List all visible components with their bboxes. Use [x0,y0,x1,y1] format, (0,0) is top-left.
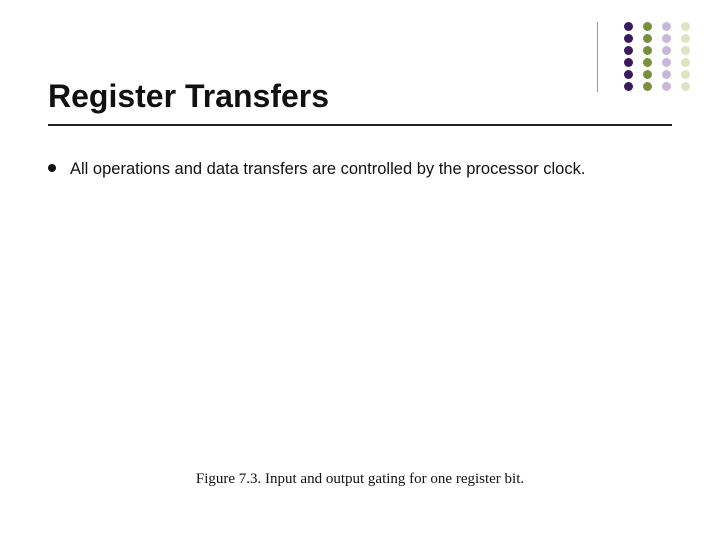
dot-column [624,22,633,91]
bullet-text: All operations and data transfers are co… [70,158,585,180]
slide: Register Transfers All operations and da… [0,0,720,540]
dot-column [681,22,690,91]
dot-icon [662,22,671,31]
title-underline [48,124,672,126]
dot-icon [662,70,671,79]
dot-icon [681,46,690,55]
dot-icon [643,70,652,79]
decorative-separator [597,22,598,92]
decorative-dot-grid [624,22,690,91]
dot-icon [681,58,690,67]
dot-icon [681,82,690,91]
dot-icon [643,82,652,91]
dot-icon [681,70,690,79]
dot-icon [662,34,671,43]
dot-icon [681,34,690,43]
figure-caption: Figure 7.3. Input and output gating for … [0,471,720,488]
dot-icon [624,58,633,67]
dot-icon [624,46,633,55]
dot-column [662,22,671,91]
dot-icon [662,58,671,67]
bullet-item: All operations and data transfers are co… [48,158,680,180]
bullet-icon [48,164,56,172]
dot-icon [624,70,633,79]
dot-icon [643,46,652,55]
dot-icon [681,22,690,31]
slide-title: Register Transfers [48,78,329,115]
dot-icon [662,46,671,55]
dot-icon [643,34,652,43]
dot-column [643,22,652,91]
dot-icon [624,22,633,31]
dot-icon [643,58,652,67]
dot-icon [624,82,633,91]
dot-icon [624,34,633,43]
dot-icon [662,82,671,91]
dot-icon [643,22,652,31]
